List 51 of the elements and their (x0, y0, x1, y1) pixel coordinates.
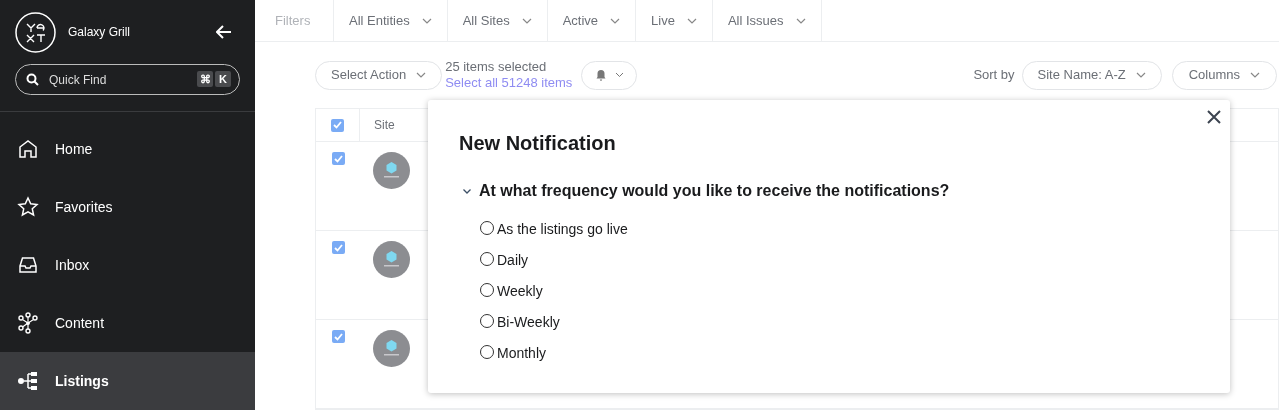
chevron-down-icon (1250, 72, 1260, 78)
checkbox[interactable] (331, 330, 345, 343)
site-logo-icon (373, 241, 410, 278)
brand-name: Galaxy Grill (68, 24, 131, 41)
nav-item[interactable]: Listings (0, 352, 255, 410)
listings-icon (17, 370, 39, 392)
chevron-down-icon (686, 17, 697, 24)
bell-icon (594, 69, 607, 81)
filter-dropdown[interactable]: All Issues (712, 0, 822, 41)
chevron-down-icon (1135, 72, 1146, 78)
star-icon (17, 196, 39, 218)
filter-dropdown[interactable]: Live (636, 0, 713, 41)
nav-item[interactable]: Inbox (0, 236, 255, 294)
column-header: Site (374, 117, 395, 134)
sort-label: Sort by (973, 66, 1015, 85)
checkbox[interactable] (331, 241, 345, 254)
radio-option[interactable]: Monthly (480, 341, 1199, 365)
dialog-title: New Notification (459, 131, 617, 156)
shortcut-key: K (215, 71, 231, 87)
logo-icon (15, 11, 56, 53)
chevron-down-icon (421, 17, 432, 24)
chevron-down-icon[interactable] (462, 187, 472, 195)
chevron-down-icon (614, 72, 624, 78)
checkbox[interactable] (331, 118, 344, 132)
inbox-icon (17, 254, 39, 276)
home-icon (17, 138, 39, 160)
chevron-down-icon (416, 72, 427, 78)
selection-count: 25 items selected (445, 59, 548, 75)
filters-label: Filters (255, 0, 334, 41)
nav-item[interactable]: Home (0, 120, 255, 178)
chevron-down-icon (795, 17, 806, 24)
radio-option[interactable]: As the listings go live (480, 217, 1199, 241)
shortcut-key: ⌘ (197, 71, 213, 87)
search-icon (26, 73, 39, 86)
radio-option[interactable]: Bi-Weekly (480, 310, 1199, 334)
site-logo-icon (373, 152, 410, 189)
chevron-down-icon (521, 17, 532, 24)
nav-item[interactable]: Favorites (0, 178, 255, 236)
close-icon[interactable] (1207, 110, 1221, 124)
filter-dropdown[interactable]: All Entities (334, 0, 448, 41)
question-heading: At what frequency would you like to receive the notifications? (479, 181, 950, 201)
radio-option[interactable]: Daily (480, 248, 1199, 272)
filter-dropdown[interactable]: Active (547, 0, 637, 41)
radio-option[interactable]: Weekly (480, 279, 1199, 303)
checkbox[interactable] (331, 152, 345, 165)
content-icon (17, 312, 39, 334)
chevron-down-icon (610, 17, 621, 24)
back-arrow-icon[interactable] (216, 25, 232, 39)
site-logo-icon (373, 330, 410, 367)
nav-item[interactable]: Content (0, 294, 255, 352)
filter-dropdown[interactable]: All Sites (447, 0, 548, 41)
